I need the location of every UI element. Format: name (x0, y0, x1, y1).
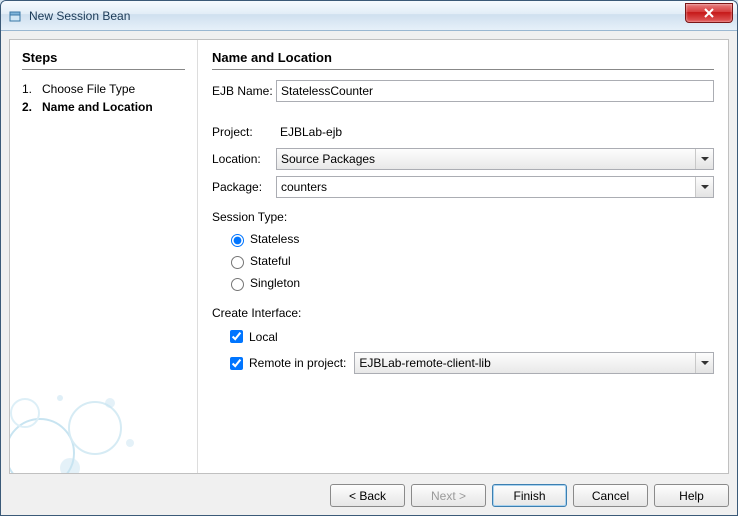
package-label: Package: (212, 180, 276, 194)
row-package: Package: counters (212, 176, 714, 198)
radio-stateful-row: Stateful (212, 250, 714, 272)
cancel-button[interactable]: Cancel (573, 484, 648, 507)
radio-singleton-label: Singleton (250, 276, 300, 290)
check-remote-label: Remote in project: (249, 356, 346, 370)
dialog-body: Steps 1. Choose File Type 2. Name and Lo… (1, 31, 737, 515)
radio-stateless[interactable] (231, 234, 244, 247)
radio-stateless-label: Stateless (250, 232, 299, 246)
button-row: < Back Next > Finish Cancel Help (9, 474, 729, 507)
location-combo[interactable]: Source Packages (276, 148, 714, 170)
project-label: Project: (212, 125, 276, 139)
chevron-down-icon (695, 177, 713, 197)
radio-singleton[interactable] (231, 278, 244, 291)
step-item: 1. Choose File Type (22, 80, 185, 98)
decorative-circles (9, 373, 170, 474)
radio-stateful[interactable] (231, 256, 244, 269)
chevron-down-icon (695, 353, 713, 373)
form-pane: Name and Location EJB Name: Project: EJB… (198, 40, 728, 473)
steps-heading: Steps (22, 50, 185, 70)
window-title: New Session Bean (29, 9, 130, 23)
row-ejb-name: EJB Name: (212, 80, 714, 102)
check-local-label: Local (249, 330, 278, 344)
dialog-window: New Session Bean Steps 1. Choose File Ty… (0, 0, 738, 516)
help-button[interactable]: Help (654, 484, 729, 507)
check-local-row: Local (212, 324, 714, 349)
steps-list: 1. Choose File Type 2. Name and Location (22, 80, 185, 116)
create-interface-label: Create Interface: (212, 306, 714, 320)
project-value: EJBLab-ejb (276, 122, 714, 142)
radio-stateless-row: Stateless (212, 228, 714, 250)
close-button[interactable] (685, 3, 733, 23)
form-heading: Name and Location (212, 50, 714, 70)
ejb-name-input[interactable] (276, 80, 714, 102)
session-type-label: Session Type: (212, 210, 714, 224)
remote-project-combo[interactable]: EJBLab-remote-client-lib (354, 352, 714, 374)
close-icon (704, 8, 714, 18)
main-panel: Steps 1. Choose File Type 2. Name and Lo… (9, 39, 729, 474)
check-local[interactable] (230, 330, 243, 343)
radio-singleton-row: Singleton (212, 272, 714, 294)
back-button[interactable]: < Back (330, 484, 405, 507)
session-bean-icon (7, 8, 23, 24)
step-item-current: 2. Name and Location (22, 98, 185, 116)
row-location: Location: Source Packages (212, 148, 714, 170)
package-combo[interactable]: counters (276, 176, 714, 198)
titlebar[interactable]: New Session Bean (1, 1, 737, 31)
steps-pane: Steps 1. Choose File Type 2. Name and Lo… (10, 40, 198, 473)
next-button[interactable]: Next > (411, 484, 486, 507)
finish-button[interactable]: Finish (492, 484, 567, 507)
radio-stateful-label: Stateful (250, 254, 291, 268)
check-remote-row: Remote in project: EJBLab-remote-client-… (212, 349, 714, 377)
check-remote[interactable] (230, 357, 243, 370)
row-project: Project: EJBLab-ejb (212, 122, 714, 142)
chevron-down-icon (695, 149, 713, 169)
location-label: Location: (212, 152, 276, 166)
ejb-name-label: EJB Name: (212, 84, 276, 98)
